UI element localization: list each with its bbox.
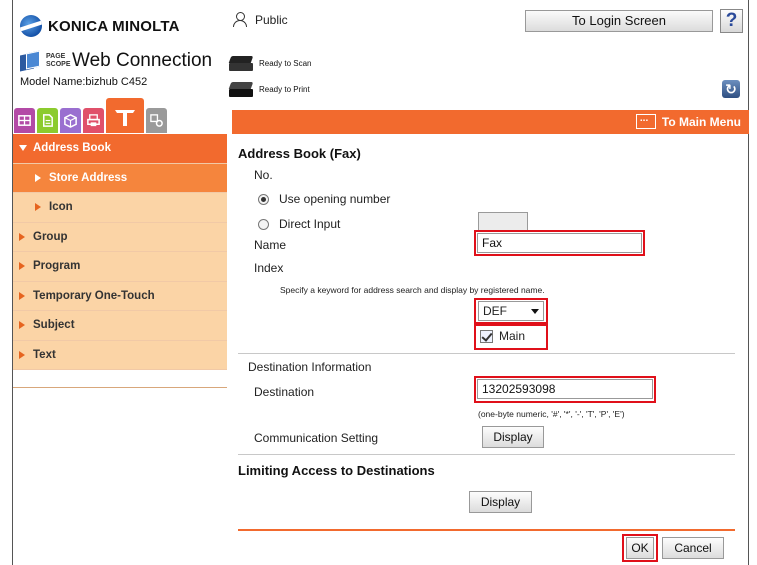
- print-icon: [87, 114, 100, 127]
- main-checkbox-row[interactable]: Main: [480, 329, 525, 343]
- sidebar: Address Book Store Address Icon Group Pr…: [13, 134, 227, 388]
- sidebar-item-subject[interactable]: Subject: [13, 311, 227, 341]
- communication-display-button[interactable]: Display: [482, 426, 544, 448]
- section-divider: [238, 454, 735, 455]
- chevron-down-icon: [531, 308, 539, 314]
- brand-name: KONICA MINOLTA: [48, 17, 180, 35]
- tab-box[interactable]: [60, 108, 81, 133]
- sidebar-spacer: [13, 370, 227, 388]
- index-label: Index: [254, 261, 284, 275]
- sidebar-item-label: Text: [33, 348, 56, 361]
- sidebar-item-program[interactable]: Program: [13, 252, 227, 282]
- name-label: Name: [254, 238, 287, 252]
- menu-icon: [635, 113, 656, 129]
- store-address-icon: [115, 109, 135, 126]
- sidebar-item-label: Icon: [49, 201, 73, 214]
- tab-print[interactable]: [83, 108, 104, 133]
- tab-store-address[interactable]: [106, 98, 144, 133]
- sidebar-item-label: Temporary One-Touch: [33, 289, 155, 302]
- globe-logo-icon: [20, 15, 42, 37]
- limit-display-button[interactable]: Display: [469, 491, 532, 513]
- ok-button[interactable]: OK: [626, 537, 654, 559]
- destination-hint: (one-byte numeric, '#', '*', '-', 'T', '…: [478, 409, 625, 419]
- index-hint: Specify a keyword for address search and…: [280, 285, 545, 295]
- system-icon: [18, 115, 31, 126]
- pagescope-title: Web Connection: [72, 50, 213, 71]
- sidebar-item-temporary-one-touch[interactable]: Temporary One-Touch: [13, 281, 227, 311]
- direct-number-input[interactable]: [478, 212, 528, 232]
- tab-job[interactable]: [37, 108, 58, 133]
- tab-favorite[interactable]: [146, 108, 167, 133]
- index-select-value: DEF: [483, 304, 507, 318]
- main-menu-link[interactable]: To Main Menu: [635, 113, 741, 129]
- index-select[interactable]: DEF: [478, 301, 544, 321]
- printer-icon: [228, 80, 254, 98]
- user-icon: [232, 12, 247, 28]
- user-name: Public: [255, 13, 288, 27]
- print-status-text: Ready to Print: [259, 84, 310, 94]
- radio-direct-input[interactable]: Direct Input: [258, 217, 340, 231]
- name-input[interactable]: Fax: [477, 233, 642, 253]
- pagescope-logo: PAGE SCOPE Web Connection: [20, 50, 212, 72]
- radio-opening-number[interactable]: Use opening number: [258, 192, 390, 206]
- login-screen-button[interactable]: To Login Screen: [525, 10, 713, 32]
- sidebar-item-address-book[interactable]: Address Book: [13, 134, 227, 164]
- sidebar-item-group[interactable]: Group: [13, 222, 227, 252]
- scan-status: Ready to Scan: [228, 54, 311, 72]
- main-checkbox[interactable]: [480, 329, 493, 343]
- main-menu-label: To Main Menu: [661, 114, 741, 129]
- box-icon: [64, 114, 77, 128]
- help-icon[interactable]: ?: [720, 9, 743, 33]
- pagescope-small-label: PAGE SCOPE: [46, 53, 71, 68]
- communication-setting-label: Communication Setting: [254, 431, 379, 445]
- radio-opening-label: Use opening number: [279, 192, 391, 206]
- sidebar-item-label: Subject: [33, 319, 75, 332]
- page-title: Address Book (Fax): [238, 146, 361, 161]
- model-name: Model Name:bizhub C452: [20, 76, 148, 88]
- destination-section-label: Destination Information: [248, 360, 372, 374]
- sidebar-item-label: Group: [33, 230, 68, 243]
- sidebar-item-label: Address Book: [33, 142, 111, 155]
- no-label: No.: [254, 168, 273, 182]
- tab-system[interactable]: [14, 108, 35, 133]
- destination-label: Destination: [254, 385, 315, 399]
- scanner-icon: [228, 54, 254, 72]
- radio-opening-button[interactable]: [258, 193, 269, 205]
- toolbar: To Main Menu: [232, 110, 749, 134]
- print-status: Ready to Print: [228, 80, 310, 98]
- sidebar-item-label: Program: [33, 260, 81, 273]
- konica-minolta-logo: KONICA MINOLTA: [20, 14, 180, 38]
- radio-direct-button[interactable]: [258, 218, 269, 230]
- limit-access-title: Limiting Access to Destinations: [238, 463, 435, 478]
- pagescope-logo-icon: [20, 50, 44, 72]
- gear-icon: [150, 114, 163, 127]
- sidebar-item-store-address[interactable]: Store Address: [13, 163, 227, 193]
- sidebar-item-label: Store Address: [49, 171, 128, 184]
- cancel-button[interactable]: Cancel: [662, 537, 724, 559]
- radio-direct-label: Direct Input: [279, 217, 341, 231]
- category-tabs: [14, 98, 169, 133]
- document-icon: [43, 114, 53, 127]
- user-info: Public: [232, 12, 288, 28]
- sidebar-item-text[interactable]: Text: [13, 340, 227, 370]
- main-checkbox-label: Main: [499, 329, 526, 343]
- footer-divider: [238, 529, 735, 531]
- sidebar-item-icon[interactable]: Icon: [13, 193, 227, 223]
- section-divider: [238, 353, 735, 354]
- refresh-icon[interactable]: ↻: [722, 80, 740, 98]
- destination-input[interactable]: 13202593098: [477, 379, 653, 399]
- scan-status-text: Ready to Scan: [259, 58, 312, 68]
